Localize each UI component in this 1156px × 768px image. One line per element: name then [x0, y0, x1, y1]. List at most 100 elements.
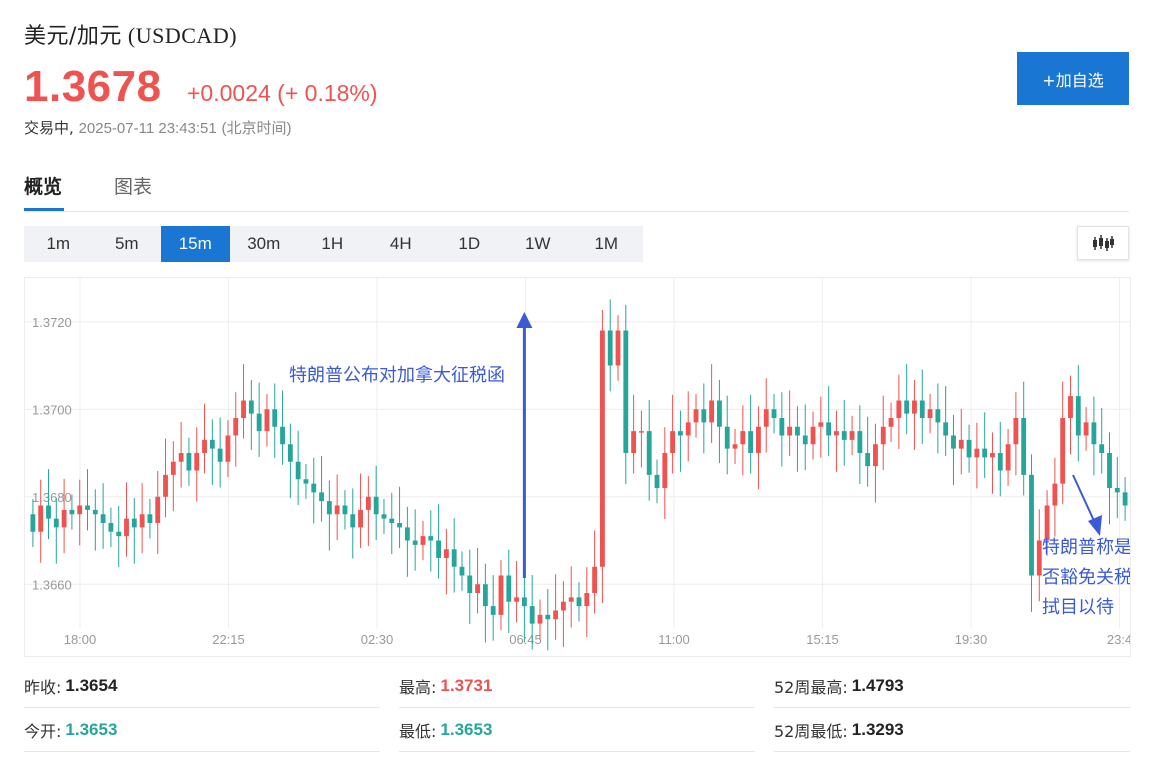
candle — [1013, 418, 1019, 445]
candle — [1091, 422, 1097, 445]
candle — [30, 514, 36, 532]
candle — [209, 439, 215, 449]
timestamp: 2025-07-11 23:43:51 — [78, 120, 217, 137]
candle — [795, 426, 800, 436]
candle — [670, 431, 676, 453]
x-tick-label: 15:15 — [806, 632, 839, 647]
candle — [178, 453, 184, 462]
candle — [319, 492, 324, 502]
stat-high: 最高: 1.3731 — [399, 664, 755, 708]
candle — [436, 540, 441, 558]
add-to-watchlist-button[interactable]: +加自选 — [1017, 52, 1129, 105]
current-price: 1.3678 — [24, 62, 162, 111]
stat-value: 1.4793 — [851, 675, 904, 695]
x-tick-label: 02:30 — [361, 632, 394, 647]
period-15m[interactable]: 15m — [161, 226, 230, 262]
candle — [155, 496, 161, 523]
candle — [592, 566, 598, 593]
candle — [607, 330, 613, 366]
candle — [365, 496, 371, 510]
x-tick-label: 18:00 — [64, 632, 97, 647]
y-tick-label: 1.3660 — [32, 577, 72, 592]
candle — [1083, 422, 1089, 436]
candle — [46, 505, 51, 519]
candle — [1068, 396, 1073, 418]
stat-low: 最低: 1.3653 — [399, 708, 755, 752]
candle — [896, 400, 902, 418]
period-1mo[interactable]: 1M — [572, 226, 641, 262]
candle — [584, 593, 590, 607]
period-30m[interactable]: 30m — [230, 226, 299, 262]
candle — [717, 400, 722, 427]
candle — [919, 400, 925, 418]
candle — [108, 523, 114, 532]
x-tick-label: 06:45 — [509, 632, 542, 647]
annotation-exemption-line: 否豁免关税 — [1042, 567, 1131, 588]
candle — [997, 453, 1003, 471]
candle — [646, 431, 652, 475]
candle — [248, 400, 254, 414]
candle — [381, 514, 387, 519]
period-1w[interactable]: 1W — [504, 226, 573, 262]
period-1h[interactable]: 1H — [298, 226, 367, 262]
candle — [568, 597, 574, 602]
candle — [904, 400, 910, 414]
candle — [857, 431, 863, 453]
candle — [225, 435, 231, 462]
candle — [756, 426, 761, 453]
candle — [350, 514, 356, 528]
candle — [373, 496, 379, 515]
candle — [490, 606, 496, 615]
chart-type-button[interactable] — [1077, 226, 1129, 260]
x-tick-label: 23:4 — [1107, 632, 1131, 647]
stat-open: 今开: 1.3653 — [24, 708, 380, 752]
candle — [1060, 418, 1066, 484]
candle — [1107, 453, 1112, 488]
candle — [982, 448, 988, 458]
candle — [826, 422, 832, 436]
candle — [662, 453, 668, 488]
candle — [935, 409, 941, 423]
period-1m[interactable]: 1m — [24, 226, 93, 262]
stat-label: 最低: — [399, 721, 437, 741]
x-tick-label: 22:15 — [212, 632, 245, 647]
candle — [443, 549, 449, 558]
timezone-label: (北京时间) — [221, 120, 292, 137]
tab-overview[interactable]: 概览 — [24, 172, 62, 199]
period-5m[interactable]: 5m — [93, 226, 162, 262]
candle — [888, 418, 894, 427]
candle — [974, 448, 980, 458]
candle — [1036, 540, 1042, 576]
candlestick-icon — [1093, 235, 1114, 251]
candle — [186, 453, 192, 471]
period-4h[interactable]: 4H — [367, 226, 436, 262]
candle — [553, 610, 559, 620]
period-1d[interactable]: 1D — [435, 226, 504, 262]
symbol-title: 美元/加元 (USDCAD) — [24, 18, 237, 50]
candle — [818, 422, 824, 427]
candle — [1114, 488, 1120, 493]
candle — [506, 575, 512, 602]
candle — [194, 453, 200, 471]
candle — [272, 409, 278, 427]
candle — [459, 566, 465, 576]
candle — [771, 409, 777, 418]
candle — [311, 483, 317, 493]
candle — [303, 479, 309, 484]
candle — [389, 518, 395, 523]
candle — [880, 426, 886, 445]
symbol-name: 美元/加元 — [24, 24, 122, 49]
candle — [560, 601, 566, 611]
candle — [966, 439, 972, 458]
candle — [53, 518, 59, 528]
candle — [170, 461, 176, 475]
stat-52w-high: 52周最高: 1.4793 — [774, 664, 1130, 708]
tab-chart[interactable]: 图表 — [114, 172, 152, 199]
stat-label: 52周最低: — [774, 721, 848, 741]
candle — [810, 426, 816, 445]
candle — [1029, 474, 1034, 576]
candle — [927, 409, 933, 418]
candle — [724, 426, 730, 449]
price-chart[interactable]: 1.3720 1.3700 1.3680 1.3660 18:00 22:15 02:30 0… — [24, 277, 1131, 657]
candle — [834, 431, 839, 436]
